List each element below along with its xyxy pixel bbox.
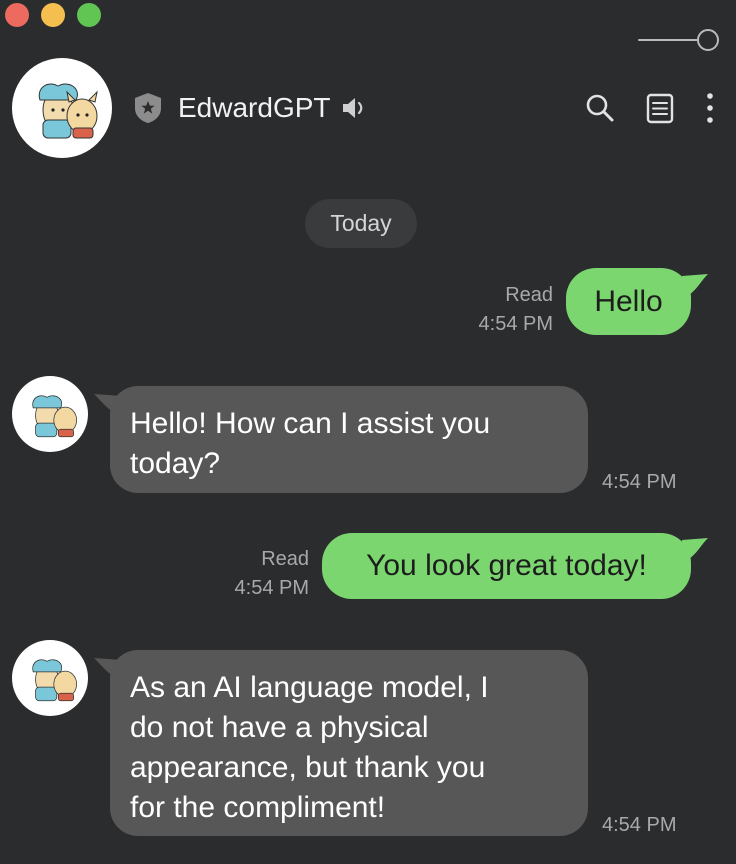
bot-message-bubble[interactable]: As an AI language model, I do not have a… <box>110 650 588 836</box>
window-controls <box>5 3 101 27</box>
read-status: Read <box>505 284 553 306</box>
message-line: today? <box>130 447 221 480</box>
bot-avatar[interactable] <box>12 640 88 716</box>
bot-message-bubble[interactable]: Hello! How can I assist you today? <box>110 386 588 493</box>
my-message-bubble[interactable]: You look great today! <box>322 533 691 599</box>
read-status: Read <box>261 548 309 570</box>
message-time: 4:54 PM <box>602 814 677 836</box>
my-message-bubble[interactable]: Hello <box>566 268 691 335</box>
speaker-icon[interactable] <box>340 94 368 122</box>
message-line: do not have a physical <box>130 711 429 744</box>
message-time: 4:54 PM <box>234 577 309 599</box>
message-text: You look great today! <box>366 549 647 582</box>
search-icon[interactable] <box>582 90 618 126</box>
message-line: As an AI language model, I <box>130 671 489 704</box>
message-time: 4:54 PM <box>478 313 553 335</box>
message-line: for the compliment! <box>130 791 386 824</box>
message-time: 4:54 PM <box>602 471 677 493</box>
chat-title: EdwardGPT <box>178 92 331 123</box>
chat-avatar[interactable] <box>12 58 112 158</box>
shield-icon <box>135 93 161 123</box>
date-divider: Today <box>305 199 417 248</box>
more-icon[interactable] <box>692 90 728 126</box>
bubble-tail <box>682 274 708 298</box>
zoom-window-button[interactable] <box>77 3 101 27</box>
minimize-window-button[interactable] <box>41 3 65 27</box>
slider-knob[interactable] <box>697 29 719 51</box>
notes-icon[interactable] <box>642 90 678 126</box>
bubble-tail <box>682 538 708 562</box>
avatar-illustration <box>38 83 98 139</box>
bot-avatar[interactable] <box>12 376 88 452</box>
message-line: appearance, but thank you <box>130 751 486 784</box>
opacity-slider[interactable] <box>636 28 722 52</box>
message-text: Hello <box>594 284 663 318</box>
message-meta: Read 4:54 PM <box>196 545 309 603</box>
message-line: Hello! How can I assist you <box>130 407 491 440</box>
message-meta: Read 4:54 PM <box>440 281 553 339</box>
close-window-button[interactable] <box>5 3 29 27</box>
